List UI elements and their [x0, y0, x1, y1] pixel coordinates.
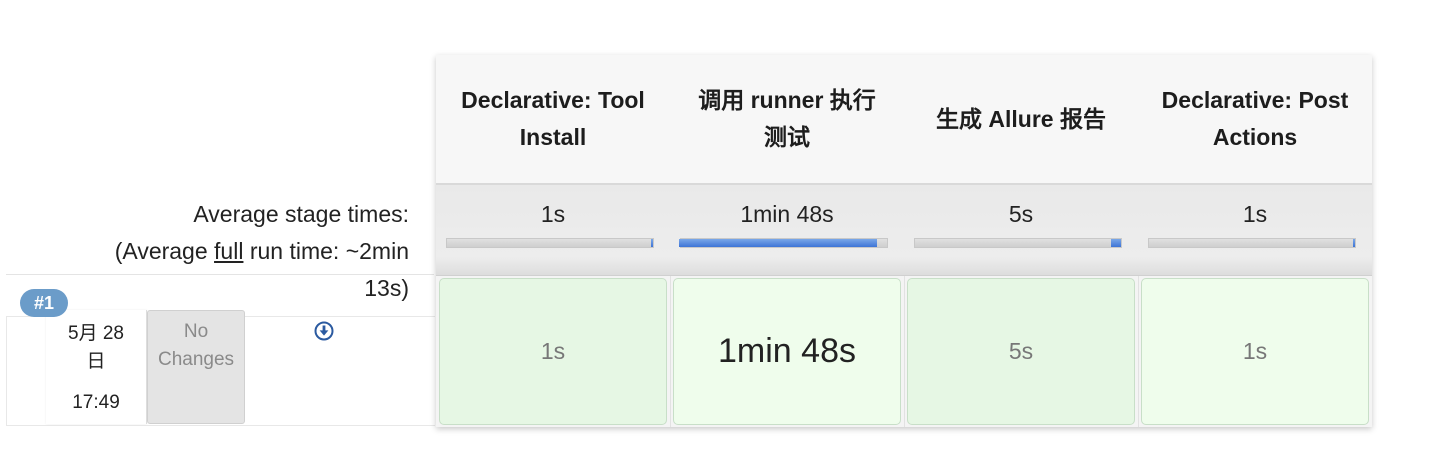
stage-progress-fill: [1353, 239, 1355, 247]
changes-line1: No: [183, 321, 209, 342]
stage-average-cell: 1s: [1138, 185, 1372, 276]
stage-average-time: 5s: [1008, 201, 1034, 227]
stage-progress-bar: [446, 238, 654, 248]
stage-progress-fill: [651, 239, 653, 247]
stage-progress-bar: [1148, 238, 1356, 248]
stage-average-time: 1s: [540, 201, 566, 227]
stage-run-cell[interactable]: 5s: [907, 278, 1135, 425]
stage-name: Declarative: Post Actions: [1161, 87, 1349, 150]
stage-average-cell: 1min 48s: [670, 185, 904, 276]
average-stage-times: Average stage times: (Average full run t…: [6, 196, 434, 301]
stage-run-cell[interactable]: 1min 48s: [673, 278, 901, 425]
build-date-line1: 5月 28: [68, 323, 124, 344]
stage-name: 生成 Allure 报告: [936, 105, 1106, 132]
stage-progress-fill: [679, 239, 877, 247]
stage-progress-fill: [1111, 239, 1121, 247]
full-run-suffix: run time: ~2min: [243, 238, 409, 264]
full-run-link[interactable]: full: [214, 238, 243, 264]
build-date-line2: 日: [86, 351, 106, 372]
build-time: 17:49: [72, 392, 120, 413]
average-full-run-time-cont: 13s): [364, 275, 409, 301]
stage-header: Declarative: Tool Install: [436, 55, 670, 185]
stage-average-time: 1s: [1242, 201, 1268, 227]
stage-average-cell: 1s: [436, 185, 670, 276]
stage-run-cell[interactable]: 1s: [1141, 278, 1369, 425]
stage-progress-bar: [914, 238, 1122, 248]
stage-header: 调用 runner 执行测试: [670, 55, 904, 185]
average-label: Average stage times:: [193, 201, 409, 227]
full-run-prefix: (Average: [114, 238, 215, 264]
stage-column-tool-install: Declarative: Tool Install 1s 1s: [436, 55, 671, 427]
changes-line2: Changes: [157, 349, 235, 370]
stage-column-post-actions: Declarative: Post Actions 1s 1s: [1138, 55, 1372, 427]
stage-run-cell[interactable]: 1s: [439, 278, 667, 425]
build-number-badge[interactable]: #1: [20, 289, 68, 317]
stage-name: Declarative: Tool Install: [461, 87, 645, 150]
stage-average-cell: 5s: [904, 185, 1138, 276]
stage-view-table: Declarative: Tool Install 1s 1s 调用 runne…: [436, 55, 1372, 427]
build-date: 5月 28 日 17:49: [46, 310, 147, 424]
stage-average-time: 1min 48s: [740, 201, 834, 227]
stage-name: 调用 runner 执行测试: [698, 87, 876, 150]
changes-box[interactable]: No Changes: [147, 310, 245, 424]
stage-progress-bar: [679, 238, 888, 248]
download-circle-icon[interactable]: [314, 321, 334, 341]
stage-header: 生成 Allure 报告: [904, 55, 1138, 185]
stage-column-runner: 调用 runner 执行测试 1min 48s 1min 48s: [670, 55, 905, 427]
stage-header: Declarative: Post Actions: [1138, 55, 1372, 185]
stage-column-allure: 生成 Allure 报告 5s 5s: [904, 55, 1139, 427]
average-full-run-time: (Average full run time: ~2min: [6, 233, 434, 270]
